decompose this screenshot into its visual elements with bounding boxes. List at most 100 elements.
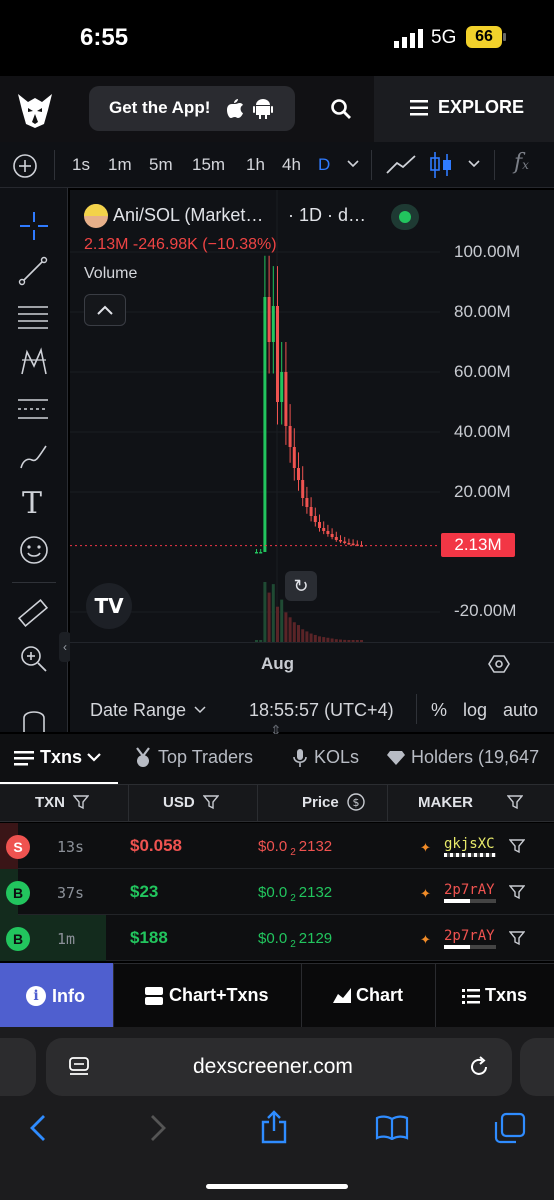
candle: [280, 372, 284, 402]
fx-indicator-icon[interactable]: fx: [514, 150, 529, 175]
volume-bar: [271, 584, 275, 642]
crosshair-icon[interactable]: [18, 210, 50, 242]
forward-icon[interactable]: [148, 1114, 168, 1142]
tab-holders[interactable]: Holders (19,647: [411, 747, 554, 768]
text-tool-icon[interactable]: T: [22, 486, 42, 521]
battery-cap: [503, 33, 506, 41]
volume-bar: [284, 612, 288, 642]
filter-icon[interactable]: [509, 838, 525, 854]
row-maker[interactable]: 2p7rAY: [444, 928, 495, 944]
page-menu-icon[interactable]: [68, 1056, 90, 1078]
filter-icon[interactable]: [73, 794, 89, 810]
timeframe-4h[interactable]: 4h: [282, 155, 301, 175]
settings-hex-icon[interactable]: [488, 654, 510, 674]
timeframe-d[interactable]: D: [318, 155, 330, 175]
filter-icon[interactable]: [507, 794, 523, 810]
search-icon[interactable]: [330, 98, 352, 120]
divider: [387, 784, 388, 822]
candle: [301, 480, 305, 498]
dexscreener-logo-icon[interactable]: [14, 88, 56, 130]
next-tab-peek[interactable]: [520, 1038, 554, 1096]
chevron-down-icon[interactable]: [87, 753, 101, 762]
date-range-button[interactable]: Date Range: [90, 700, 186, 721]
currency-toggle-icon[interactable]: $: [347, 793, 365, 811]
url-text[interactable]: dexscreener.com: [193, 1055, 353, 1079]
timeframe-1h[interactable]: 1h: [246, 155, 265, 175]
chevron-down-icon[interactable]: [468, 160, 480, 168]
brush-icon[interactable]: [18, 440, 50, 472]
volume-bar: [297, 625, 300, 642]
trend-line-icon[interactable]: [18, 256, 48, 286]
tabs-icon[interactable]: [494, 1112, 526, 1144]
reload-icon[interactable]: [467, 1055, 491, 1079]
home-indicator: [206, 1184, 348, 1189]
row-maker[interactable]: 2p7rAY: [444, 882, 495, 898]
tab-txns[interactable]: Txns: [40, 747, 82, 768]
log-scale-toggle[interactable]: log: [463, 700, 487, 721]
timeframe-1m[interactable]: 1m: [108, 155, 132, 175]
nav-txns-label: Txns: [485, 985, 528, 1005]
get-app-label: Get the App!: [109, 98, 211, 117]
candle: [271, 306, 275, 342]
zoom-in-icon[interactable]: [18, 643, 48, 673]
status-time: 6:55: [80, 24, 129, 51]
back-icon[interactable]: [28, 1114, 48, 1142]
chevron-down-icon: [194, 706, 206, 714]
price-tick-100m: 100.00M: [454, 242, 521, 261]
tab-kols[interactable]: KOLs: [314, 747, 359, 768]
medal-icon: [136, 747, 150, 767]
emoji-icon[interactable]: [18, 534, 50, 566]
menu-icon: [410, 100, 428, 116]
percent-scale-toggle[interactable]: %: [431, 700, 447, 721]
candle: [313, 516, 317, 522]
candle: [297, 468, 300, 480]
ruler-icon[interactable]: [16, 596, 50, 630]
chart-legend-interval: · 1D · d…: [288, 205, 367, 225]
filter-icon[interactable]: [203, 794, 219, 810]
projection-icon[interactable]: [16, 394, 50, 424]
network-type: 5G: [431, 27, 457, 48]
tradingview-logo-icon[interactable]: TV: [86, 583, 132, 629]
chevron-down-icon[interactable]: [347, 160, 359, 168]
prev-tab-peek[interactable]: [0, 1038, 36, 1096]
explore-label: EXPLORE: [438, 97, 525, 117]
timeframe-5m[interactable]: 5m: [149, 155, 173, 175]
timeframe-15m[interactable]: 15m: [192, 155, 225, 175]
nav-chart-txns-label: Chart+Txns: [169, 985, 269, 1005]
maker-icon: ✦: [420, 886, 431, 901]
price-tick-neg20m: -20.00M: [454, 601, 517, 620]
chart-time: 18:55:57 (UTC+4): [249, 700, 394, 720]
candle: [318, 522, 321, 528]
candles-icon[interactable]: [429, 150, 453, 180]
svg-text:$: $: [353, 796, 360, 809]
row-maker[interactable]: gkjsXC: [444, 836, 495, 852]
layout-icon: [145, 987, 163, 1005]
row-usd: $188: [130, 928, 168, 947]
volume-bar: [263, 582, 267, 642]
line-chart-icon[interactable]: [385, 153, 417, 177]
fib-lines-icon[interactable]: [16, 302, 50, 332]
collapse-legend-button[interactable]: [84, 294, 126, 326]
magnet-icon[interactable]: [20, 706, 48, 732]
add-indicator-icon[interactable]: [12, 153, 38, 179]
row-age: 1m: [57, 930, 76, 948]
pattern-icon[interactable]: [18, 346, 50, 378]
volume-bar: [309, 633, 313, 642]
battery-level: 66: [466, 26, 502, 48]
filter-icon[interactable]: [509, 884, 525, 900]
volume-bar: [288, 617, 292, 642]
row-usd: $0.058: [130, 836, 182, 855]
reset-chart-icon[interactable]: ↻: [285, 571, 317, 601]
tab-top-traders[interactable]: Top Traders: [158, 747, 253, 768]
price-tick-40m: 40.00M: [454, 422, 511, 441]
volume-bar: [276, 606, 279, 642]
share-icon[interactable]: [260, 1110, 288, 1144]
chart-legend-values: 2.13M -246.98K (−10.38%): [84, 236, 277, 253]
filter-icon[interactable]: [509, 930, 525, 946]
auto-scale-toggle[interactable]: auto: [503, 700, 538, 721]
maker-balance-bar: [444, 945, 496, 949]
bookmarks-icon[interactable]: [375, 1114, 409, 1140]
volume-bar: [267, 592, 271, 642]
maker-balance-bar: [444, 853, 496, 857]
timeframe-1s[interactable]: 1s: [72, 155, 90, 175]
